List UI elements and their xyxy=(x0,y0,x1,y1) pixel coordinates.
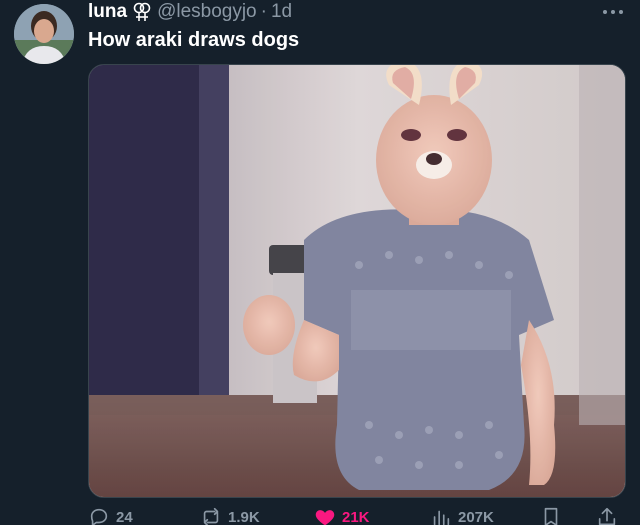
like-count: 21K xyxy=(342,508,370,525)
reply-icon xyxy=(90,508,108,525)
tweet-text: How araki draws dogs xyxy=(88,29,300,51)
timestamp[interactable]: 1d xyxy=(271,0,292,24)
separator-dot: · xyxy=(260,1,267,22)
avatar[interactable] xyxy=(14,4,74,64)
share-icon xyxy=(598,507,616,525)
reply-count: 24 xyxy=(116,508,133,525)
share-button[interactable] xyxy=(596,506,624,525)
views-icon xyxy=(433,510,450,525)
views-count: 207K xyxy=(458,508,494,525)
retweet-icon xyxy=(203,507,219,525)
tweet: luna @lesbogyjo · 1d How araki draws dog… xyxy=(0,0,640,525)
more-icon[interactable] xyxy=(600,2,626,22)
views-button[interactable]: 207K xyxy=(430,506,494,525)
reply-button[interactable]: 24 xyxy=(88,506,133,525)
tweet-actions: 24 1.9K 21K 207K xyxy=(88,506,618,525)
tweet-image[interactable] xyxy=(88,64,626,498)
heart-icon xyxy=(315,510,335,525)
tweet-header: luna @lesbogyjo · 1d xyxy=(88,0,292,24)
bookmark-button[interactable] xyxy=(540,506,568,525)
user-handle[interactable]: @lesbogyjo xyxy=(157,0,257,24)
display-name[interactable]: luna xyxy=(88,0,127,24)
retweet-count: 1.9K xyxy=(228,508,260,525)
retweet-button[interactable]: 1.9K xyxy=(200,506,260,525)
like-button[interactable]: 21K xyxy=(314,506,370,525)
bookmark-icon xyxy=(544,507,558,525)
female-female-icon xyxy=(133,1,151,23)
